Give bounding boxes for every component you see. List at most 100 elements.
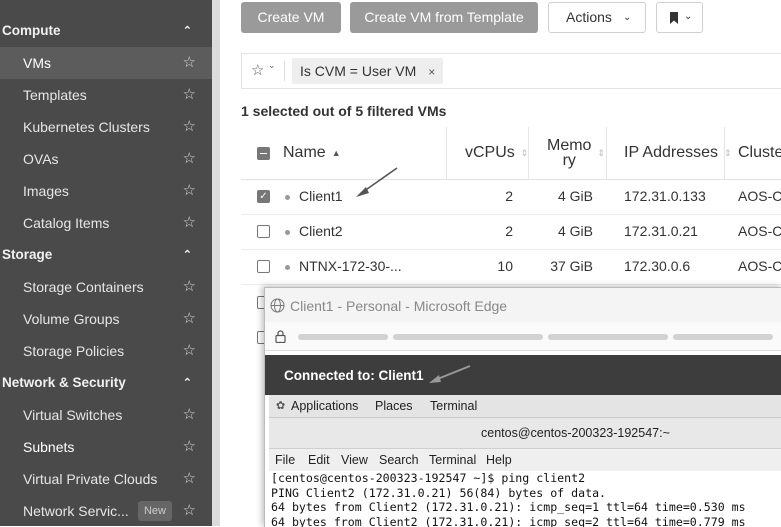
sidebar-section-compute[interactable]: Compute ⌃ [0, 15, 212, 47]
star-icon[interactable]: ☆ [251, 61, 264, 79]
sidebar-item-images[interactable]: Images ☆ [0, 175, 212, 207]
sidebar-item-virtual-switches[interactable]: Virtual Switches ☆ [0, 399, 212, 431]
edge-window[interactable]: Client1 - Personal - Microsoft Edge Conn… [264, 287, 781, 527]
create-vm-from-template-button[interactable]: Create VM from Template [350, 2, 538, 33]
gnome-foot-icon: ✿ [276, 399, 285, 412]
filter-chip[interactable]: Is CVM = User VM × [292, 58, 443, 84]
sidebar-section-storage[interactable]: Storage ⌃ [0, 239, 212, 271]
section-label: Network & Security [2, 367, 126, 399]
terminal-output[interactable]: [centos@centos-200323-192547 ~]$ ping cl… [269, 471, 781, 527]
sidebar-item-storage-containers[interactable]: Storage Containers ☆ [0, 271, 212, 303]
column-header-ip-addresses[interactable]: IP Addresses ⇕ [624, 127, 732, 179]
sidebar-item-storage-policies[interactable]: Storage Policies ☆ [0, 335, 212, 367]
vm-name[interactable]: NTNX-172-30-... [285, 249, 402, 284]
menu-places[interactable]: Places [375, 399, 413, 413]
sidebar-item-label: OVAs [23, 143, 59, 175]
menu-file[interactable]: File [275, 453, 295, 467]
sidebar-item-label: Volume Groups [23, 303, 120, 335]
column-divider [528, 127, 529, 179]
vm-name[interactable]: Client1 [285, 179, 343, 214]
actions-dropdown[interactable]: Actions ⌄ [548, 2, 646, 33]
menu-view[interactable]: View [341, 453, 368, 467]
chevron-down-icon[interactable]: ⌄ [268, 60, 276, 71]
column-header-label: IP Addresses [624, 144, 718, 162]
star-icon[interactable]: ☆ [183, 495, 196, 527]
desktop-menu-bar: ✿ Applications Places Terminal [269, 395, 781, 418]
vm-memory: 4 GiB [541, 214, 593, 249]
star-icon[interactable]: ☆ [183, 47, 196, 79]
sort-icon[interactable]: ⇕ [724, 148, 732, 159]
menu-search[interactable]: Search [379, 453, 419, 467]
select-all-checkbox[interactable] [257, 127, 270, 179]
terminal-line: 64 bytes from Client2 (172.31.0.21): icm… [269, 515, 781, 527]
chevron-up-icon[interactable]: ⌃ [183, 239, 192, 271]
sidebar-item-label: Images [23, 175, 69, 207]
vm-memory: 4 GiB [541, 179, 593, 214]
sidebar-item-subnets[interactable]: Subnets ☆ [0, 431, 212, 463]
sidebar-item-virtual-private-clouds[interactable]: Virtual Private Clouds ☆ [0, 463, 212, 495]
sort-ascending-icon[interactable]: ▲ [332, 148, 341, 158]
column-header-cluster[interactable]: Cluster [738, 127, 781, 179]
sidebar-item-label: Templates [23, 79, 87, 111]
menu-applications[interactable]: Applications [291, 399, 358, 413]
sidebar: Compute ⌃ VMs ☆ Templates ☆ Kubernetes C… [0, 0, 212, 526]
star-icon[interactable]: ☆ [183, 271, 196, 303]
menu-edit[interactable]: Edit [308, 453, 330, 467]
close-icon[interactable]: × [428, 65, 435, 79]
vm-name[interactable]: Client2 [285, 214, 343, 249]
star-icon[interactable]: ☆ [183, 335, 196, 367]
menu-help[interactable]: Help [486, 453, 512, 467]
window-title-bar[interactable]: Client1 - Personal - Microsoft Edge [265, 288, 781, 322]
menu-terminal[interactable]: Terminal [430, 399, 477, 413]
table-row[interactable]: NTNX-172-30-... 10 37 GiB 172.30.0.6 AOS… [241, 249, 781, 285]
star-icon[interactable]: ☆ [183, 207, 196, 239]
column-header-vcpus[interactable]: vCPUs ⇕ [465, 127, 528, 179]
address-bar[interactable] [265, 322, 781, 351]
sidebar-item-network-services[interactable]: Network Servic... New ☆ [0, 495, 212, 527]
table-row[interactable]: ✓ Client1 2 4 GiB 172.31.0.133 AOS-C [241, 179, 781, 215]
star-icon[interactable]: ☆ [183, 143, 196, 175]
sidebar-item-catalog-items[interactable]: Catalog Items ☆ [0, 207, 212, 239]
sidebar-item-ovas[interactable]: OVAs ☆ [0, 143, 212, 175]
menu-terminal[interactable]: Terminal [429, 453, 476, 467]
row-checkbox[interactable]: ✓ [257, 190, 270, 203]
column-header-label: Memo ry [547, 138, 591, 168]
sidebar-item-label: Virtual Private Clouds [23, 463, 157, 495]
sidebar-item-templates[interactable]: Templates ☆ [0, 79, 212, 111]
star-icon[interactable]: ☆ [183, 79, 196, 111]
chevron-down-icon: ⌄ [684, 2, 692, 31]
row-checkbox[interactable] [257, 260, 270, 273]
sidebar-item-vms[interactable]: VMs ☆ [0, 47, 212, 79]
status-dot [285, 230, 290, 235]
sidebar-item-kubernetes-clusters[interactable]: Kubernetes Clusters ☆ [0, 111, 212, 143]
row-checkbox[interactable] [257, 225, 270, 238]
section-label: Compute [2, 15, 61, 47]
sidebar-item-label: Subnets [23, 431, 74, 463]
terminal-line: PING Client2 (172.31.0.21) 56(84) bytes … [269, 486, 781, 501]
star-icon[interactable]: ☆ [183, 111, 196, 143]
chevron-down-icon: ⌄ [623, 3, 631, 32]
sidebar-item-label: Virtual Switches [23, 399, 122, 431]
column-header-memory[interactable]: Memo ry ⇕ [547, 127, 605, 179]
star-icon[interactable]: ☆ [183, 431, 196, 463]
chevron-up-icon[interactable]: ⌃ [183, 367, 192, 399]
terminal-title-bar[interactable]: centos@centos-200323-192547:~ [269, 418, 781, 449]
star-icon[interactable]: ☆ [183, 399, 196, 431]
status-dot [285, 265, 290, 270]
chevron-up-icon[interactable]: ⌃ [183, 15, 192, 47]
sidebar-item-label: Network Servic... [23, 495, 129, 527]
globe-icon [270, 298, 285, 313]
sort-icon[interactable]: ⇕ [597, 148, 605, 159]
column-header-name[interactable]: Name ▲ [283, 127, 341, 179]
star-icon[interactable]: ☆ [183, 303, 196, 335]
bookmark-dropdown[interactable]: ⌄ [656, 2, 703, 33]
star-icon[interactable]: ☆ [183, 463, 196, 495]
vm-vcpus: 2 [467, 179, 513, 214]
sidebar-section-network-security[interactable]: Network & Security ⌃ [0, 367, 212, 399]
filter-bar[interactable]: ☆ ⌄ Is CVM = User VM × [241, 53, 781, 89]
star-icon[interactable]: ☆ [183, 175, 196, 207]
table-row[interactable]: Client2 2 4 GiB 172.31.0.21 AOS-C [241, 214, 781, 250]
sidebar-item-volume-groups[interactable]: Volume Groups ☆ [0, 303, 212, 335]
create-vm-button[interactable]: Create VM [241, 2, 341, 33]
sidebar-divider [212, 0, 220, 526]
